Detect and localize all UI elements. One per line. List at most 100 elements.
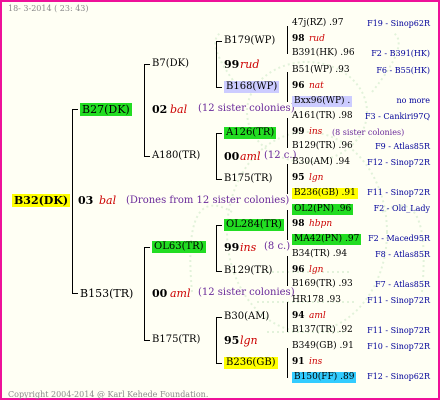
dam-breed: bal — [170, 103, 188, 116]
ancestor-origin[interactable]: F2 - Old_Lady — [374, 205, 430, 213]
b7-generation: 99 — [224, 58, 240, 71]
line — [72, 293, 78, 294]
copyright: Copyright 2004-2014 @ Karl Kehede Founda… — [8, 390, 209, 399]
ancestor-label[interactable]: B34(TR) .94 — [292, 250, 347, 259]
root-queen[interactable]: B32(DK) — [12, 194, 71, 207]
ancestor-origin[interactable]: F2 - Maced95R — [368, 235, 430, 243]
line — [216, 317, 222, 318]
ancestor-origin[interactable]: F9 - Atlas85R — [375, 143, 430, 151]
ancestor-origin[interactable]: F19 - Sinop62R — [367, 20, 430, 28]
line — [287, 302, 288, 332]
b175-generation: 95 — [224, 334, 240, 347]
ancestor-label: 96 — [292, 265, 305, 275]
line — [216, 317, 217, 363]
line — [216, 133, 222, 134]
ancestor-label[interactable]: B129(TR) .96 — [292, 142, 353, 151]
ol284-queen[interactable]: OL284(TR) — [224, 219, 284, 231]
ancestor-label[interactable]: OL2(PN) .96 — [292, 204, 354, 215]
a180-breed: aml — [240, 150, 261, 163]
date-header: 18- 3-2014 ( 23: 43) — [8, 4, 89, 13]
ol63-breed: ins — [240, 241, 257, 254]
ancestor-origin[interactable]: F12 - Sinop62R — [367, 373, 430, 381]
b30-queen[interactable]: B30(AM) — [224, 312, 269, 322]
ancestor-breed: rud — [309, 34, 325, 44]
ancestor-origin[interactable]: F8 - Atlas85R — [375, 251, 430, 259]
ancestor-label: 98 — [292, 34, 305, 44]
ancestor-label[interactable]: 47j(RZ) .97 — [292, 19, 343, 28]
line — [216, 87, 222, 88]
ancestor-label: 91 — [292, 357, 305, 367]
line — [144, 156, 150, 157]
a180-queen[interactable]: A180(TR) — [152, 151, 200, 161]
ancestor-origin[interactable]: F11 - Sinop72R — [367, 297, 430, 305]
line — [144, 64, 145, 156]
ancestor-origin[interactable]: F6 - B55(HK) — [376, 67, 430, 75]
ancestor-label[interactable]: B51(WP) .93 — [292, 66, 350, 75]
b175b-queen[interactable]: B175(TR) — [224, 174, 272, 184]
ancestor-label[interactable]: B236(GB) .91 — [292, 188, 358, 199]
b168-queen[interactable]: B168(WP) — [224, 81, 280, 93]
ancestor-label[interactable]: MA42(PN) .97 — [292, 234, 362, 245]
line — [72, 109, 73, 294]
ol63-generation: 99 — [224, 241, 240, 254]
line — [287, 72, 288, 102]
ancestor-origin[interactable]: F7 - Atlas85R — [375, 281, 430, 289]
line — [144, 64, 150, 65]
ancestor-label[interactable]: B30(AM) .94 — [292, 158, 350, 167]
ancestor-origin[interactable]: F2 - B391(HK) — [371, 50, 430, 58]
b179-queen[interactable]: B179(WP) — [224, 36, 275, 46]
a180-generation: 00 — [224, 150, 240, 163]
b7-breed: rud — [240, 58, 260, 71]
ancestor-origin[interactable]: F11 - Sinop72R — [367, 327, 430, 335]
a126-queen[interactable]: A126(TR) — [224, 127, 277, 139]
root-breed: bal — [99, 194, 117, 207]
ancestor-label[interactable]: B137(TR) .92 — [292, 326, 353, 335]
dam-note: (12 sister colonies) — [198, 103, 295, 114]
root-generation: 03 — [78, 194, 94, 207]
line — [287, 118, 288, 148]
ancestor-label[interactable]: HR178 .93 — [292, 296, 341, 305]
ancestor-breed: nat — [309, 81, 324, 91]
b129-queen[interactable]: B129(TR) — [224, 266, 272, 276]
drone-queen[interactable]: B153(TR) — [80, 288, 133, 299]
line — [216, 41, 217, 87]
ancestor-note: (8 sister colonies) — [332, 128, 405, 137]
ancestor-label[interactable]: B150(FF) .89 — [292, 372, 357, 383]
ancestor-breed: ins — [309, 357, 323, 367]
ancestor-breed: lgn — [309, 265, 324, 275]
line — [287, 164, 288, 194]
ancestor-origin[interactable]: F10 - Sinop72R — [367, 343, 430, 351]
ancestor-breed: hbpn — [309, 219, 333, 229]
b236-queen[interactable]: B236(GB) — [224, 357, 278, 369]
ancestor-label[interactable]: Bxx96(WP) . — [292, 96, 353, 107]
ancestor-label: 98 — [292, 219, 305, 229]
line — [216, 41, 222, 42]
ancestor-label[interactable]: B391(HK) .96 — [292, 49, 355, 58]
b7-queen[interactable]: B7(DK) — [152, 59, 189, 69]
line — [216, 179, 222, 180]
root-note: (Drones from 12 sister colonies) — [126, 195, 290, 206]
b175-queen[interactable]: B175(TR) — [152, 335, 200, 345]
line — [72, 109, 78, 110]
ol63-queen[interactable]: OL63(TR) — [152, 241, 206, 253]
drone-note: (12 sister colonies) — [198, 287, 295, 298]
ancestor-origin[interactable]: F11 - Sinop72R — [367, 189, 430, 197]
line — [287, 348, 288, 378]
b175-breed: lgn — [240, 334, 258, 347]
ancestor-label[interactable]: B349(GB) .91 — [292, 342, 354, 351]
ancestor-origin[interactable]: F12 - Sinop72R — [367, 159, 430, 167]
ancestor-breed: ins — [309, 127, 323, 137]
line — [216, 225, 217, 271]
dam-queen[interactable]: B27(DK) — [80, 103, 132, 116]
ancestor-label[interactable]: A161(TR) .98 — [292, 112, 353, 121]
line — [287, 26, 288, 54]
ancestor-origin[interactable]: no more — [397, 97, 430, 105]
ancestor-label[interactable]: B169(TR) .93 — [292, 280, 353, 289]
line — [287, 210, 288, 240]
ancestor-origin[interactable]: F3 - Cankiri97Q — [365, 113, 430, 121]
ancestor-label: 96 — [292, 81, 305, 91]
line — [216, 133, 217, 179]
ancestor-label: 99 — [292, 127, 305, 137]
line — [287, 256, 288, 286]
ancestor-label: 94 — [292, 311, 305, 321]
